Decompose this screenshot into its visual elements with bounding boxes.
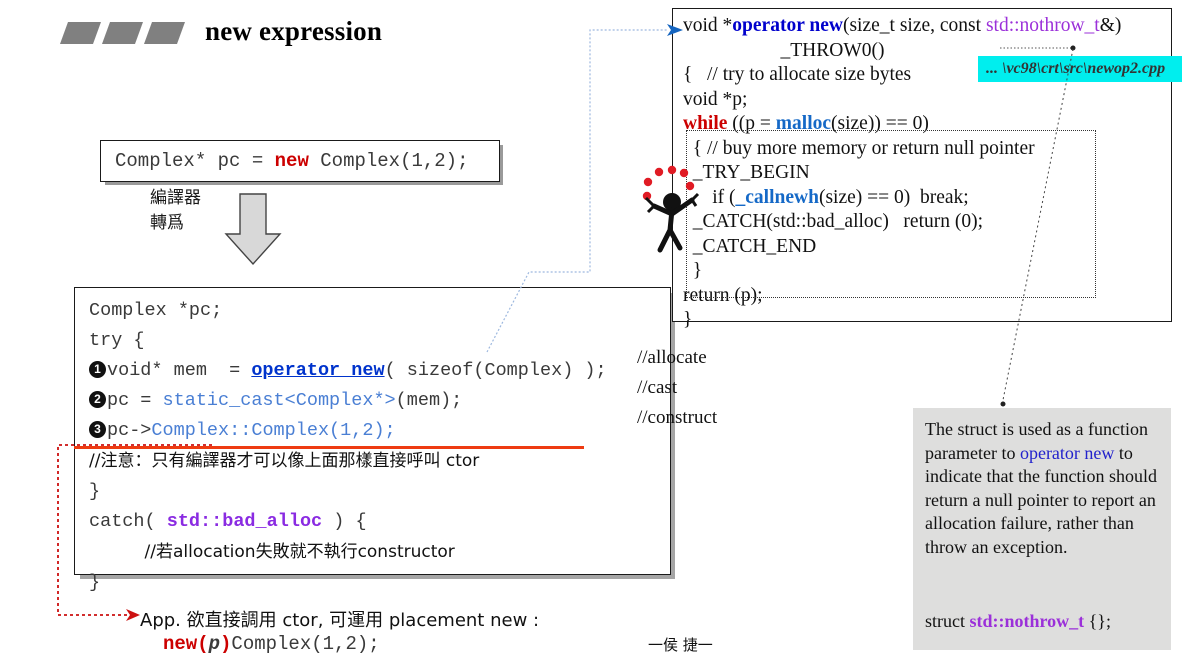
comment-cast: //cast (637, 377, 678, 398)
step-bullet-3: 3 (89, 421, 106, 438)
placement-new-keyword: new( (163, 633, 209, 655)
compiler-line-2: 轉爲 (150, 213, 184, 233)
placement-connector-arrowhead-icon (126, 609, 140, 621)
nothrow-explanation-text: The struct is used as a function paramet… (925, 418, 1161, 559)
placement-new-var: p (208, 633, 221, 655)
step2-pre: pc = (107, 390, 163, 411)
new-expression-code: Complex* pc = new Complex(1,2); (115, 150, 469, 172)
src-outer-close: } (683, 309, 693, 330)
source-path-highlight: ... \vc98\crt\src\newop2.cpp (978, 56, 1182, 82)
new-expression-box: Complex* pc = new Complex(1,2); (100, 140, 500, 182)
src-nothrow-type: std::nothrow_t (985, 15, 1100, 36)
compiler-converts-label: 編譯器 轉爲 (150, 186, 201, 236)
code-line-1: Complex *pc; (89, 300, 223, 321)
catch-close: } (89, 572, 101, 593)
code-line-2: try { (89, 330, 145, 351)
explain-operator-new: operator new (1019, 442, 1115, 463)
side-comments-group: //allocate //cast //construct (637, 343, 717, 433)
struct-post: {}; (1084, 611, 1111, 631)
step-bullet-1: 1 (89, 361, 106, 378)
src-sig-mid: (size_t size, const (842, 15, 986, 36)
src-brace-comment: { // try to allocate size bytes (683, 64, 912, 85)
ctor-call-expr: Complex::Complex(1,2); (151, 420, 396, 441)
expr-suffix: Complex(1,2); (308, 150, 469, 172)
placement-new-note: App. 欲直接調用 ctor, 可運用 placement new : (140, 610, 540, 631)
src-void-p: void *p; (683, 88, 748, 110)
step2-post: (mem); (395, 390, 463, 411)
step3-pre: pc-> (107, 420, 152, 441)
author-signature: 一侯 捷一 (648, 636, 713, 654)
three-slanted-bars-icon (59, 22, 186, 44)
page-title: new expression (205, 16, 383, 46)
placement-new-paren: ) (220, 633, 232, 655)
struct-name: std::nothrow_t (969, 611, 1085, 631)
operator-new-call: operator new (251, 360, 385, 381)
expanded-code-box: Complex *pc; try { 1 void* mem = operator… (74, 287, 671, 593)
code-close-try: } (89, 481, 101, 502)
catch-open-post: ) { (322, 511, 367, 532)
src-sig-post: &) (1099, 15, 1122, 36)
step1-pre: void* mem = (107, 360, 252, 381)
slide-canvas: new expression Complex* pc = new Complex… (0, 0, 1182, 667)
nothrow-struct-decl: struct std::nothrow_t {}; (925, 611, 1111, 632)
static-cast-expr: static_cast<Complex*> (162, 390, 396, 411)
step1-post: ( sizeof(Complex) ); (384, 360, 607, 381)
placement-new-rest: Complex(1,2); (231, 633, 380, 655)
nothrow-explanation-box: The struct is used as a function paramet… (913, 408, 1171, 650)
src-throw0: _THROW0() (780, 39, 885, 61)
down-arrow-icon (224, 193, 282, 266)
src-sig-pre: void * (683, 15, 733, 36)
while-block-dashed-outline (686, 130, 1096, 298)
struct-pre: struct (925, 611, 970, 631)
catch-comment: //若allocation失敗就不執行constructor (144, 542, 455, 562)
catch-open-pre: catch( (89, 511, 167, 532)
step-bullet-2: 2 (89, 391, 106, 408)
compiler-line-1: 編譯器 (150, 188, 201, 208)
expr-keyword-new: new (274, 150, 309, 172)
comment-allocate: //allocate (637, 347, 707, 368)
explanation-anchor-dot (1000, 401, 1006, 407)
comment-construct: //construct (637, 407, 718, 428)
expr-prefix: Complex* pc = (115, 150, 275, 172)
struck-comment: //注意：只有編譯器才可以像上面那樣直接呼叫 ctor (89, 451, 480, 471)
comment-strikethrough (74, 446, 584, 449)
src-operator-new: operator new (732, 15, 843, 36)
placement-new-code: new(p)Complex(1,2); (163, 633, 380, 655)
catch-exception-type: std::bad_alloc (166, 511, 323, 532)
